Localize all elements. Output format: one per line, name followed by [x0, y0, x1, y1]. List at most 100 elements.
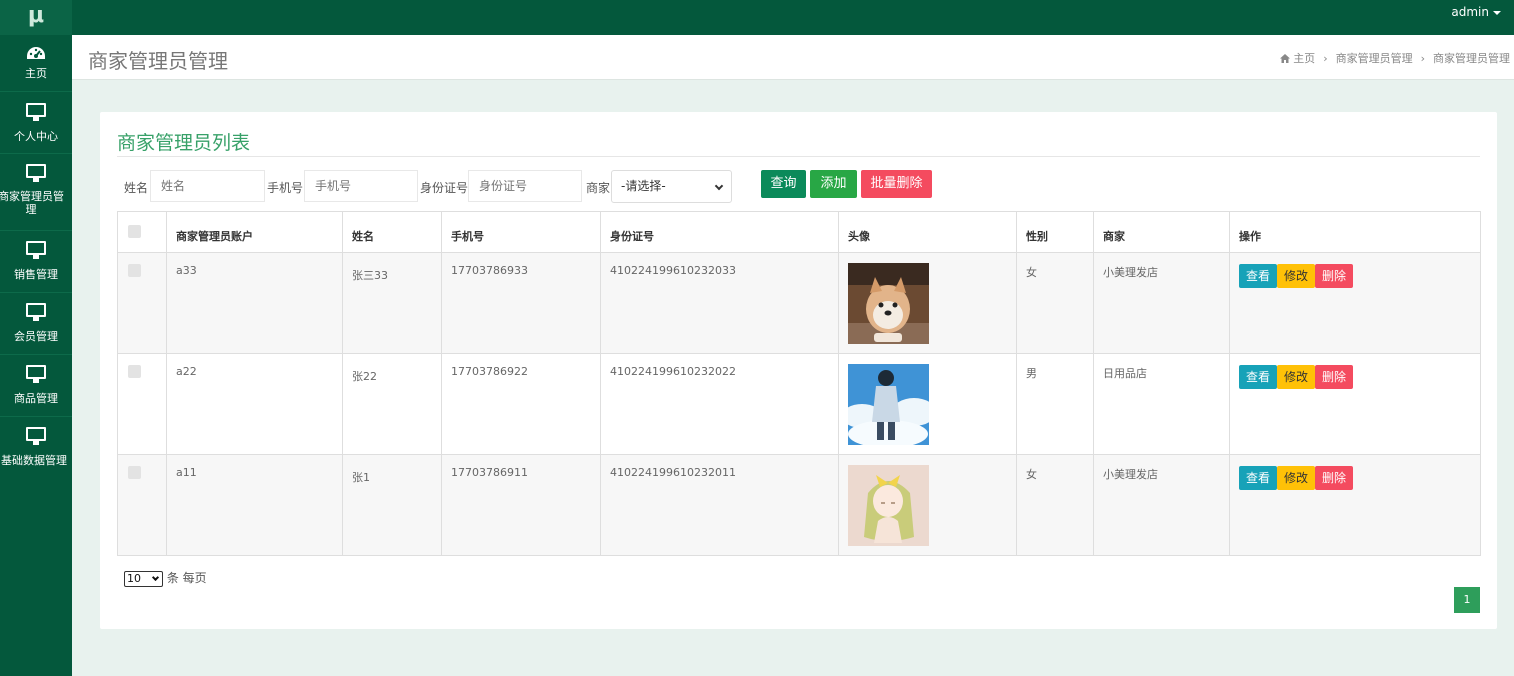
gender-cell: 女 [1016, 252, 1094, 354]
monitor-icon [26, 241, 46, 259]
sidebar-item-label: 商品管理 [14, 392, 58, 405]
name-cell: 张三33 [342, 252, 442, 354]
id-number-label: 身份证号 [420, 181, 469, 195]
sidebar-item-products[interactable]: 商品管理 [0, 355, 72, 417]
sidebar-item-home[interactable]: 主页 [0, 35, 72, 92]
phone-input[interactable] [304, 170, 418, 202]
avatar-dog-image [848, 263, 929, 344]
page-button-current[interactable]: 1 [1454, 587, 1480, 613]
avatar-anime-girl-image [848, 465, 929, 546]
shop-select[interactable]: -请选择- [611, 170, 732, 203]
column-header[interactable]: 商家管理员账户 [166, 211, 343, 253]
id-number-cell: 410224199610232011 [600, 454, 839, 556]
monitor-icon [26, 365, 46, 383]
phone-label: 手机号 [267, 181, 304, 195]
delete-button[interactable]: 删除 [1315, 264, 1354, 288]
shop-label: 商家 [586, 181, 611, 195]
batch-delete-button[interactable]: 批量删除 [861, 170, 932, 198]
gender-cell: 女 [1016, 454, 1094, 556]
breadcrumb-home[interactable]: 主页 [1293, 52, 1315, 65]
panel-title: 商家管理员列表 [117, 132, 251, 154]
table-row: a22 张22 17703786922 410224199610232022 男… [117, 353, 1481, 455]
sidebar-item-merchant-admin[interactable]: 商家管理员管理 [0, 154, 72, 231]
name-cell: 张22 [342, 353, 442, 455]
delete-button[interactable]: 删除 [1315, 466, 1354, 490]
shop-cell: 日用品店 [1093, 353, 1230, 455]
column-header[interactable]: 商家 [1093, 211, 1230, 253]
breadcrumb-item[interactable]: 商家管理员管理 [1336, 52, 1413, 65]
avatar-cell [838, 353, 1017, 455]
avatar-cell [838, 454, 1017, 556]
account-cell: a11 [166, 454, 343, 556]
row-select-cell [117, 353, 167, 455]
column-header[interactable]: 头像 [838, 211, 1017, 253]
breadcrumb: 主页 › 商家管理员管理 › 商家管理员管理 [1279, 50, 1510, 66]
column-header[interactable]: 手机号 [441, 211, 601, 253]
edit-button[interactable]: 修改 [1277, 264, 1316, 288]
name-cell: 张1 [342, 454, 442, 556]
view-button[interactable]: 查看 [1239, 365, 1278, 389]
row-checkbox[interactable] [128, 264, 141, 277]
view-button[interactable]: 查看 [1239, 466, 1278, 490]
sidebar-item-base-data[interactable]: 基础数据管理 [0, 417, 72, 467]
sidebar-item-label: 会员管理 [14, 330, 58, 343]
account-cell: a22 [166, 353, 343, 455]
caret-down-icon [1493, 10, 1501, 15]
row-select-cell [117, 454, 167, 556]
gender-cell: 男 [1016, 353, 1094, 455]
actions-cell: 查看 修改 删除 [1229, 353, 1481, 455]
home-icon [1279, 54, 1290, 63]
sidebar-item-profile[interactable]: 个人中心 [0, 92, 72, 154]
account-cell: a33 [166, 252, 343, 354]
row-select-cell [117, 252, 167, 354]
phone-cell: 17703786911 [441, 454, 601, 556]
avatar-boy-sky-image [848, 364, 929, 445]
page-size-control: 10 条 每页 [124, 569, 207, 587]
chevron-down-icon [151, 573, 160, 581]
brand-logo: μ [0, 0, 72, 35]
search-button[interactable]: 查询 [761, 170, 806, 198]
column-header: 操作 [1229, 211, 1481, 253]
delete-button[interactable]: 删除 [1315, 365, 1354, 389]
shop-cell: 小美理发店 [1093, 252, 1230, 354]
select-all-checkbox[interactable] [128, 225, 141, 238]
chevron-right-icon: › [1323, 52, 1328, 65]
column-header[interactable]: 身份证号 [600, 211, 839, 253]
user-menu[interactable]: admin [1451, 0, 1501, 35]
id-number-input[interactable] [468, 170, 582, 202]
monitor-icon [26, 427, 46, 445]
add-button[interactable]: 添加 [810, 170, 857, 198]
sidebar-item-label: 主页 [25, 67, 47, 80]
sidebar-item-label: 基础数据管理 [1, 454, 67, 467]
user-name: admin [1451, 5, 1489, 19]
avatar-cell [838, 252, 1017, 354]
table-row: a33 张三33 17703786933 410224199610232033 [117, 252, 1481, 354]
select-all-cell [117, 211, 167, 253]
column-header[interactable]: 姓名 [342, 211, 442, 253]
view-button[interactable]: 查看 [1239, 264, 1278, 288]
row-checkbox[interactable] [128, 365, 141, 378]
edit-button[interactable]: 修改 [1277, 365, 1316, 389]
chevron-right-icon: › [1420, 52, 1425, 65]
breadcrumb-current: 商家管理员管理 [1433, 52, 1510, 65]
page-size-value: 10 [127, 571, 141, 585]
edit-button[interactable]: 修改 [1277, 466, 1316, 490]
dashboard-icon [27, 47, 45, 59]
name-input[interactable] [150, 170, 265, 202]
column-header[interactable]: 性别 [1016, 211, 1094, 253]
per-page-label: 条 每页 [166, 571, 207, 585]
chevron-down-icon [714, 181, 724, 191]
row-checkbox[interactable] [128, 466, 141, 479]
divider [117, 156, 1480, 157]
actions-cell: 查看 修改 删除 [1229, 454, 1481, 556]
page-size-select[interactable]: 10 [124, 570, 163, 587]
page-title: 商家管理员管理 [88, 49, 228, 73]
shop-cell: 小美理发店 [1093, 454, 1230, 556]
sidebar: 主页 个人中心 商家管理员管理 销售管理 会员管理 商品管理 基础数据管理 [0, 35, 72, 676]
page-header: 商家管理员管理 主页 › 商家管理员管理 › 商家管理员管理 [72, 35, 1514, 80]
sidebar-item-sales[interactable]: 销售管理 [0, 231, 72, 293]
monitor-icon [26, 103, 46, 121]
monitor-icon [26, 303, 46, 321]
phone-cell: 17703786933 [441, 252, 601, 354]
sidebar-item-members[interactable]: 会员管理 [0, 293, 72, 355]
